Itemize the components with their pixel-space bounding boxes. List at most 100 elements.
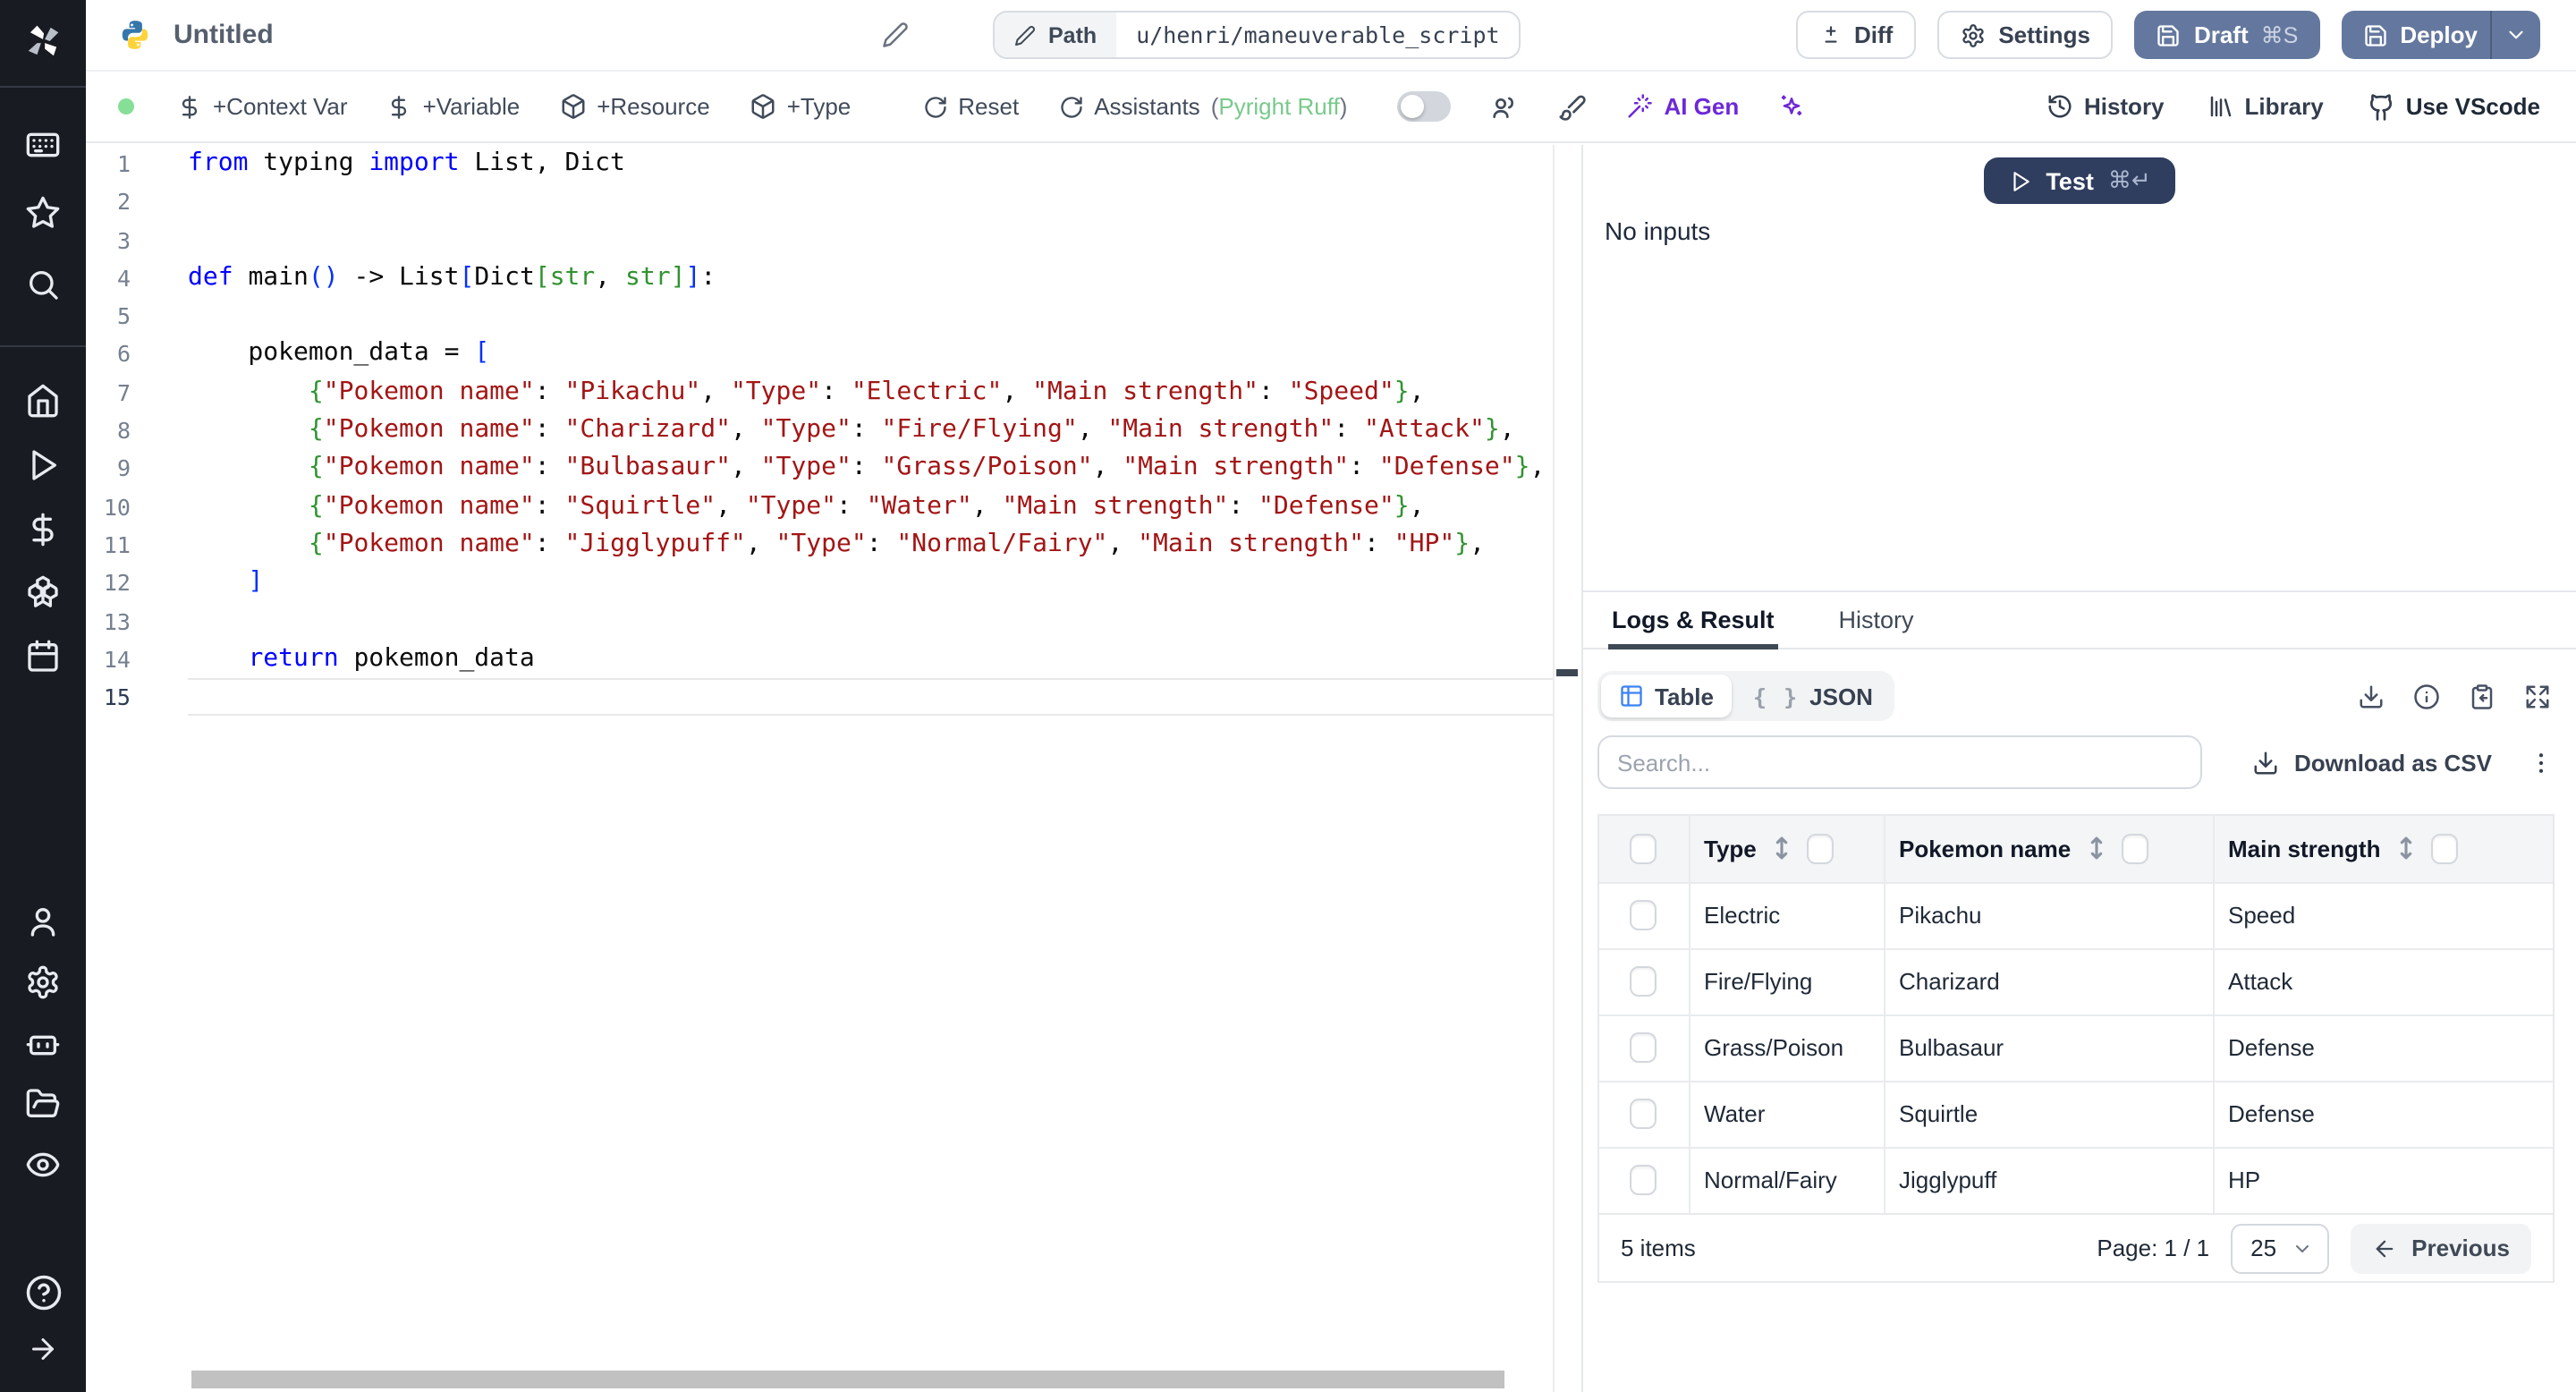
checkbox[interactable] bbox=[1630, 966, 1657, 997]
code-line[interactable] bbox=[188, 297, 1553, 335]
column-header[interactable]: Type bbox=[1689, 816, 1885, 882]
editor-horizontal-scrollbar[interactable] bbox=[191, 1371, 1504, 1388]
add-type-label: +Type bbox=[786, 93, 852, 120]
checkbox[interactable] bbox=[1630, 900, 1657, 931]
add-context-var-button[interactable]: +Context Var bbox=[177, 93, 348, 120]
format-brush-icon[interactable] bbox=[1558, 92, 1587, 121]
path-field[interactable]: Path u/henri/maneuverable_script bbox=[993, 11, 1521, 59]
sidebar-item-resources[interactable] bbox=[0, 574, 86, 610]
python-logo-icon bbox=[118, 18, 152, 52]
code-line[interactable]: from typing import List, Dict bbox=[188, 145, 1553, 183]
search-input[interactable] bbox=[1597, 735, 2202, 789]
deploy-dropdown-chevron-icon[interactable] bbox=[2490, 11, 2540, 59]
code-line[interactable]: ] bbox=[188, 564, 1553, 603]
path-value[interactable]: u/henri/maneuverable_script bbox=[1116, 13, 1519, 57]
checkbox[interactable] bbox=[2121, 833, 2148, 864]
page-size-select[interactable]: 25 bbox=[2231, 1223, 2330, 1273]
sidebar-item-favorites[interactable] bbox=[0, 195, 86, 231]
checkbox[interactable] bbox=[1630, 833, 1657, 864]
draft-button[interactable]: Draft ⌘S bbox=[2134, 11, 2320, 59]
kebab-menu-icon[interactable] bbox=[2528, 749, 2555, 776]
code-line[interactable] bbox=[188, 678, 1553, 717]
copy-result-icon[interactable] bbox=[2469, 683, 2496, 709]
info-icon[interactable] bbox=[2413, 683, 2440, 709]
checkbox[interactable] bbox=[1806, 833, 1834, 864]
library-button[interactable]: Library bbox=[2207, 93, 2324, 120]
tab-history[interactable]: History bbox=[1839, 592, 1914, 648]
code-line[interactable]: pokemon_data = [ bbox=[188, 335, 1553, 374]
view-json-button[interactable]: { } JSON bbox=[1735, 675, 1891, 717]
add-variable-button[interactable]: +Variable bbox=[387, 93, 520, 120]
column-header[interactable]: Main strength bbox=[2213, 816, 2553, 882]
expand-icon[interactable] bbox=[2524, 683, 2551, 709]
sidebar-item-runs[interactable] bbox=[0, 447, 86, 483]
assistants-button[interactable]: Assistants (Pyright Ruff) bbox=[1058, 93, 1347, 120]
assistant-toggle[interactable] bbox=[1397, 91, 1452, 122]
code-line[interactable]: {"Pokemon name": "Jigglypuff", "Type": "… bbox=[188, 526, 1553, 564]
sidebar-item-help[interactable] bbox=[0, 1274, 86, 1311]
code-line[interactable]: def main() -> List[Dict[str, str]]: bbox=[188, 259, 1553, 298]
checkbox[interactable] bbox=[1630, 1032, 1657, 1064]
overview-ruler-marker bbox=[1556, 669, 1578, 676]
sidebar-item-users[interactable] bbox=[0, 904, 86, 939]
sidebar-item-search[interactable] bbox=[0, 267, 86, 302]
sidebar-collapse-icon[interactable] bbox=[0, 1333, 86, 1365]
checkbox[interactable] bbox=[1630, 1165, 1657, 1196]
sidebar-item-variables[interactable] bbox=[0, 512, 86, 547]
editor-vertical-scrollbar[interactable] bbox=[1553, 145, 1581, 1392]
checkbox[interactable] bbox=[1630, 1099, 1657, 1130]
code-line[interactable]: {"Pokemon name": "Bulbasaur", "Type": "G… bbox=[188, 450, 1553, 488]
add-type-button[interactable]: +Type bbox=[750, 93, 852, 120]
use-vscode-button[interactable]: Use VScode bbox=[2367, 92, 2540, 121]
history-button[interactable]: History bbox=[2046, 93, 2165, 120]
add-resource-button[interactable]: +Resource bbox=[559, 93, 710, 120]
table-cell: Attack bbox=[2213, 947, 2553, 1014]
multiplayer-icon[interactable] bbox=[1490, 92, 1519, 121]
code-editor[interactable]: 1 2 3 4 5 6 7 8 9 10 11 12 13 14 15 from typing import… bbox=[86, 145, 1581, 1392]
sidebar-item-audit-logs[interactable] bbox=[0, 1147, 86, 1183]
settings-button[interactable]: Settings bbox=[1937, 11, 2114, 59]
sidebar-item-schedules[interactable] bbox=[0, 639, 86, 675]
diff-button[interactable]: Diff bbox=[1795, 11, 1917, 59]
code-line[interactable]: {"Pokemon name": "Pikachu", "Type": "Ele… bbox=[188, 374, 1553, 412]
sidebar-item-home[interactable] bbox=[0, 383, 86, 419]
sort-icon[interactable] bbox=[2087, 836, 2105, 862]
windmill-logo-icon[interactable] bbox=[0, 18, 86, 64]
column-header[interactable]: Pokemon name bbox=[1884, 816, 2214, 882]
table-grid-icon bbox=[1619, 683, 1644, 709]
test-button[interactable]: Test ⌘↵ bbox=[1983, 157, 2176, 204]
reset-button[interactable]: Reset bbox=[922, 93, 1019, 120]
table-row[interactable]: Water Squirtle Defense bbox=[1599, 1080, 2553, 1147]
ai-gen-button[interactable]: AI Gen bbox=[1626, 93, 1739, 120]
tab-logs-result[interactable]: Logs & Result bbox=[1608, 592, 1778, 649]
code-line[interactable]: {"Pokemon name": "Charizard", "Type": "F… bbox=[188, 412, 1553, 450]
sidebar-item-folders[interactable] bbox=[0, 1086, 86, 1122]
deploy-label: Deploy bbox=[2400, 21, 2478, 48]
previous-page-button[interactable]: Previous bbox=[2351, 1223, 2531, 1273]
line-number: 3 bbox=[116, 226, 131, 254]
ai-sparkles-icon[interactable] bbox=[1778, 93, 1805, 120]
code-line[interactable]: return pokemon_data bbox=[188, 641, 1553, 679]
checkbox[interactable] bbox=[2430, 833, 2458, 864]
table-row[interactable]: Grass/Poison Bulbasaur Defense bbox=[1599, 1014, 2553, 1081]
run-panel: Test ⌘↵ No inputs Logs & Result History … bbox=[1581, 145, 2576, 1392]
edit-title-pencil-icon[interactable] bbox=[882, 21, 909, 48]
sidebar-item-settings[interactable] bbox=[0, 964, 86, 1000]
table-row[interactable]: Fire/Flying Charizard Attack bbox=[1599, 947, 2553, 1014]
code-line[interactable] bbox=[188, 602, 1553, 641]
deploy-button[interactable]: Deploy bbox=[2341, 11, 2540, 59]
sort-icon[interactable] bbox=[1773, 836, 1791, 862]
code-line[interactable] bbox=[188, 221, 1553, 259]
view-table-button[interactable]: Table bbox=[1601, 675, 1732, 717]
sort-icon[interactable] bbox=[2396, 836, 2414, 862]
code-line[interactable]: {"Pokemon name": "Squirtle", "Type": "Wa… bbox=[188, 488, 1553, 526]
table-row[interactable]: Normal/Fairy Jigglypuff HP bbox=[1599, 1146, 2553, 1213]
sidebar-item-workers[interactable] bbox=[0, 1025, 86, 1061]
code-line[interactable] bbox=[188, 183, 1553, 222]
sidebar-item-apps[interactable] bbox=[0, 127, 86, 163]
download-csv-button[interactable]: Download as CSV bbox=[2253, 749, 2492, 776]
table-row[interactable]: Electric Pikachu Speed bbox=[1599, 881, 2553, 948]
download-result-icon[interactable] bbox=[2358, 683, 2385, 709]
line-number: 8 bbox=[116, 417, 131, 445]
code-area[interactable]: from typing import List, Dict def main() … bbox=[188, 145, 1553, 717]
